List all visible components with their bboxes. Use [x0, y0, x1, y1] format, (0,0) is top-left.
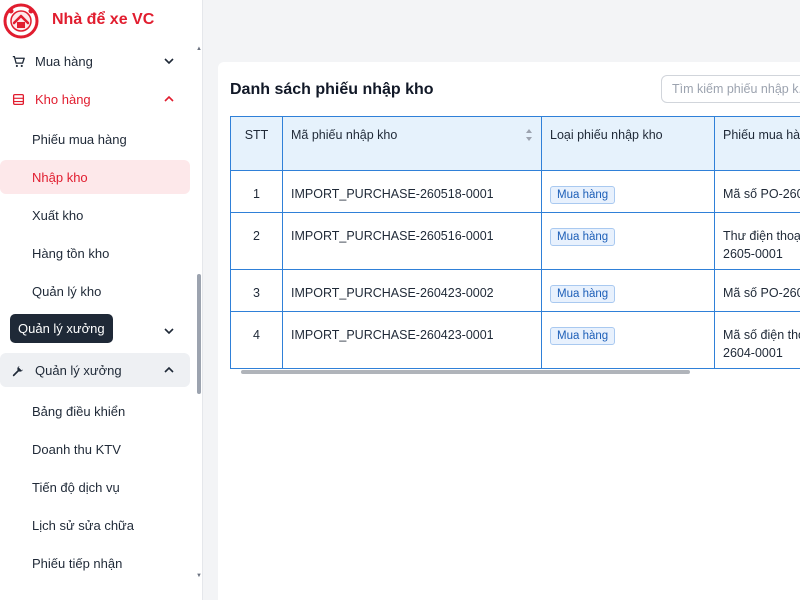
cell-type: Mua hàng — [541, 212, 715, 270]
cell-stt: 2 — [230, 212, 283, 270]
search-input[interactable] — [661, 75, 800, 103]
subitem-label: Tiến độ dịch vụ — [32, 480, 120, 495]
cell-type: Mua hàng — [541, 269, 715, 312]
subitem-label: Hàng tồn kho — [32, 246, 110, 261]
table-header-row: STT Mã phiếu nhập kho Loại phiếu nhập kh… — [230, 116, 800, 171]
cell-po: Mã số PO-2604 — [714, 269, 800, 312]
sidebar-subitem-lich-su-sua-chua[interactable]: Lịch sử sửa chữa — [0, 508, 190, 542]
column-header-stt: STT — [230, 116, 283, 171]
brand-header: Nhà để xe VC — [0, 0, 203, 44]
table-row[interactable]: 2 IMPORT_PURCHASE-260516-0001 Mua hàng T… — [230, 212, 800, 270]
import-table-wrapper: STT Mã phiếu nhập kho Loại phiếu nhập kh… — [230, 116, 800, 378]
sidebar-subitem-phieu-tiep-nhan[interactable]: Phiếu tiếp nhận — [0, 546, 190, 580]
cell-stt: 3 — [230, 269, 283, 312]
cell-stt: 4 — [230, 311, 283, 369]
po-line: Mã số điện tho — [723, 328, 800, 342]
sidebar-scroll-thumb[interactable] — [197, 274, 201, 394]
sidebar-item-quan-ly-xuong[interactable]: Quản lý xưởng — [0, 353, 190, 387]
cell-code: IMPORT_PURCHASE-260423-0002 — [282, 269, 542, 312]
sidebar-subitem-xuat-kho[interactable]: Xuất kho — [0, 198, 190, 232]
sidebar-subitem-phieu-mua-hang[interactable]: Phiếu mua hàng — [0, 122, 190, 156]
po-line: Mã số PO-2604 — [723, 286, 800, 300]
sidebar-subitem-doanh-thu-ktv[interactable]: Doanh thu KTV — [0, 432, 190, 466]
cell-type: Mua hàng — [541, 311, 715, 369]
cell-po: Mã số PO-2605 — [714, 170, 800, 213]
cell-code: IMPORT_PURCHASE-260423-0001 — [282, 311, 542, 369]
sidebar: Nhà để xe VC Mua hàng Kho hàng Phiếu mua… — [0, 0, 203, 600]
cell-po: Thư điện thoại 2605-0001 — [714, 212, 800, 270]
subitem-label: Bảng điều khiển — [32, 404, 126, 419]
column-header-label: Mã phiếu nhập kho — [291, 128, 398, 142]
scroll-down-arrow-icon[interactable]: ▼ — [196, 573, 202, 579]
column-header-po: Phiếu mua hàng — [714, 116, 800, 171]
brand-name: Nhà để xe VC — [52, 11, 155, 28]
table-scroll-thumb[interactable] — [241, 370, 690, 374]
wrench-icon — [10, 362, 26, 378]
subitem-label: Phiếu tiếp nhận — [32, 556, 123, 571]
tooltip: Quản lý xưởng — [10, 314, 113, 343]
page-title: Danh sách phiếu nhập kho — [230, 81, 434, 98]
chevron-up-icon — [164, 366, 174, 373]
column-header-type: Loại phiếu nhập kho — [541, 116, 715, 171]
po-line: Thư điện thoại — [723, 229, 800, 243]
type-tag: Mua hàng — [550, 186, 616, 204]
sidebar-item-label: Quản lý xưởng — [35, 363, 122, 378]
type-tag: Mua hàng — [550, 327, 616, 345]
po-line: Mã số PO-2605 — [723, 187, 800, 201]
warehouse-icon — [10, 91, 26, 107]
sidebar-subitem-bang-dieu-khien[interactable]: Bảng điều khiển — [0, 394, 190, 428]
chevron-up-icon — [164, 95, 174, 102]
table-row[interactable]: 3 IMPORT_PURCHASE-260423-0002 Mua hàng M… — [230, 269, 800, 312]
sidebar-item-mua-hang[interactable]: Mua hàng — [0, 44, 190, 78]
cell-po: Mã số điện tho 2604-0001 — [714, 311, 800, 369]
cell-code: IMPORT_PURCHASE-260516-0001 — [282, 212, 542, 270]
sidebar-item-label: Kho hàng — [35, 92, 91, 107]
table-row[interactable]: 1 IMPORT_PURCHASE-260518-0001 Mua hàng M… — [230, 170, 800, 213]
sidebar-subitem-tien-do-dich-vu[interactable]: Tiến độ dịch vụ — [0, 470, 190, 504]
sort-icon[interactable] — [525, 128, 533, 142]
type-tag: Mua hàng — [550, 285, 616, 303]
sidebar-subitem-nhap-kho[interactable]: Nhập kho — [0, 160, 190, 194]
scroll-up-arrow-icon[interactable]: ▲ — [196, 46, 202, 52]
table-row[interactable]: 4 IMPORT_PURCHASE-260423-0001 Mua hàng M… — [230, 311, 800, 369]
subitem-label: Quản lý kho — [32, 284, 102, 299]
subitem-label: Nhập kho — [32, 170, 88, 185]
column-header-code[interactable]: Mã phiếu nhập kho — [282, 116, 542, 171]
sidebar-subitem-quan-ly-kho[interactable]: Quản lý kho — [0, 274, 190, 308]
po-line: 2605-0001 — [723, 247, 783, 261]
import-table: STT Mã phiếu nhập kho Loại phiếu nhập kh… — [230, 116, 800, 369]
cell-stt: 1 — [230, 170, 283, 213]
cell-code: IMPORT_PURCHASE-260518-0001 — [282, 170, 542, 213]
sidebar-item-label: Mua hàng — [35, 54, 93, 69]
tooltip-text: Quản lý xưởng — [18, 321, 105, 336]
subitem-label: Phiếu mua hàng — [32, 132, 127, 147]
type-tag: Mua hàng — [550, 228, 616, 246]
po-line: 2604-0001 — [723, 346, 783, 360]
subitem-label: Doanh thu KTV — [32, 442, 121, 457]
brand-logo-icon — [3, 3, 39, 39]
subitem-label: Lịch sử sửa chữa — [32, 518, 134, 533]
cart-icon — [10, 53, 26, 69]
cell-type: Mua hàng — [541, 170, 715, 213]
sidebar-subitem-hang-ton-kho[interactable]: Hàng tồn kho — [0, 236, 190, 270]
sidebar-item-kho-hang[interactable]: Kho hàng — [0, 82, 190, 116]
chevron-down-icon — [164, 58, 174, 65]
subitem-label: Xuất kho — [32, 208, 84, 223]
chevron-down-icon — [164, 328, 174, 335]
